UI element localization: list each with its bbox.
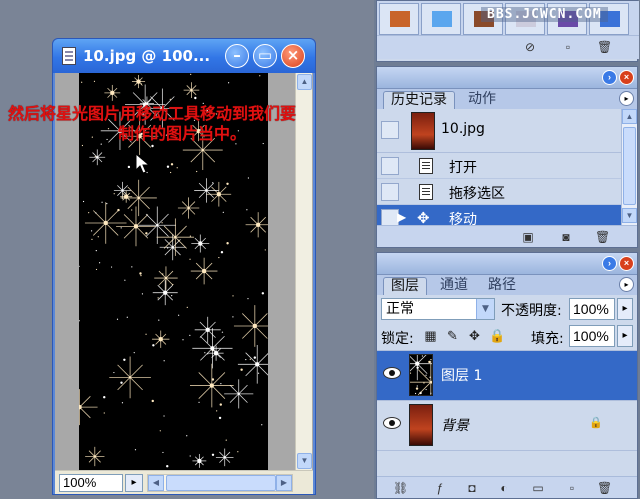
history-step-checkbox[interactable] bbox=[381, 157, 399, 175]
instruction-line-2: 制作的图片当中。 bbox=[118, 124, 247, 143]
lock-position-icon[interactable]: ✥ bbox=[467, 328, 482, 343]
new-layer-icon[interactable]: ▫ bbox=[565, 481, 579, 495]
panel-dock: BBS.JCWCN.COM ⊘ ▫ 🗑 › × 历史记录 动作 ▸ 10.jpg bbox=[374, 0, 640, 499]
panel-minimize-icon[interactable]: › bbox=[602, 256, 617, 271]
clear-style-icon[interactable]: ⊘ bbox=[523, 40, 537, 54]
tab-paths[interactable]: 路径 bbox=[481, 277, 523, 295]
lock-all-icon[interactable]: 🔒 bbox=[489, 328, 505, 343]
layer-thumbnail-image bbox=[400, 347, 452, 404]
panel-close-icon[interactable]: × bbox=[619, 256, 634, 271]
panel-minimize-icon[interactable]: › bbox=[602, 70, 617, 85]
lock-image-brush-icon[interactable]: ✎ bbox=[445, 328, 460, 343]
blend-mode-value: 正常 bbox=[386, 301, 414, 317]
restore-button[interactable]: ▭ bbox=[253, 44, 277, 68]
layer-thumbnail bbox=[400, 347, 452, 404]
mouse-cursor-icon bbox=[135, 153, 151, 174]
layer-row-background[interactable]: 背景 🔒 bbox=[377, 401, 637, 451]
layer-thumbnail bbox=[409, 404, 433, 446]
zoom-field[interactable]: 100% bbox=[59, 474, 123, 492]
layer-style-icon[interactable]: ƒ bbox=[433, 481, 447, 495]
history-panel: › × 历史记录 动作 ▸ 10.jpg 打开 拖移选区 ▶ ✥ 移动 ▲ ▼ … bbox=[376, 66, 638, 248]
layer-mask-icon[interactable]: ◘ bbox=[465, 481, 479, 495]
link-layers-icon[interactable]: ⛓ bbox=[393, 481, 408, 495]
status-menu-icon[interactable]: ▸ bbox=[125, 474, 143, 492]
style-swatches: BBS.JCWCN.COM bbox=[377, 1, 639, 35]
layers-tabs: 图层 通道 路径 ▸ bbox=[377, 275, 637, 295]
scroll-left-arrow-icon[interactable]: ◀ bbox=[148, 475, 164, 491]
document-icon bbox=[62, 47, 76, 65]
panel-close-icon[interactable]: × bbox=[619, 70, 634, 85]
scroll-down-arrow-icon[interactable]: ▼ bbox=[622, 208, 637, 223]
blend-mode-select[interactable]: 正常 ▼ bbox=[381, 298, 495, 320]
new-group-icon[interactable]: ▭ bbox=[531, 481, 545, 495]
layer-name[interactable]: 图层 1 bbox=[441, 365, 482, 385]
scroll-up-arrow-icon[interactable]: ▲ bbox=[622, 109, 637, 124]
close-button[interactable]: × bbox=[281, 44, 305, 68]
layers-panel: › × 图层 通道 路径 ▸ 正常 ▼ 不透明度: 100% ▸ 锁定: ▦ ✎… bbox=[376, 252, 638, 499]
history-step-label: 打开 bbox=[449, 160, 477, 176]
panel-menu-icon[interactable]: ▸ bbox=[619, 277, 634, 292]
instruction-line-1: 然后将星光图片用移动工具移动到我们要 bbox=[8, 104, 297, 123]
delete-state-icon[interactable]: 🗑 bbox=[595, 230, 610, 244]
visibility-eye-icon[interactable] bbox=[383, 367, 401, 379]
instruction-caption: 然后将星光图片用移动工具移动到我们要 制作的图片当中。 bbox=[8, 104, 398, 144]
history-panel-header[interactable]: › × bbox=[377, 67, 637, 89]
fill-slider-arrow-icon[interactable]: ▸ bbox=[617, 325, 633, 347]
minimize-button[interactable]: – bbox=[225, 44, 249, 68]
document-title: 10.jpg @ 100... bbox=[83, 47, 211, 65]
layer-lock-icon: 🔒 bbox=[589, 417, 603, 429]
layer-name[interactable]: 背景 bbox=[441, 415, 469, 435]
history-step[interactable]: 拖移选区 bbox=[377, 179, 637, 205]
delete-layer-icon[interactable]: 🗑 bbox=[597, 481, 612, 495]
new-style-icon[interactable]: ▫ bbox=[561, 40, 575, 54]
visibility-eye-icon[interactable] bbox=[383, 417, 401, 429]
history-state-icon bbox=[419, 184, 433, 200]
history-step-label: 拖移选区 bbox=[449, 186, 505, 202]
layer-controls: 正常 ▼ 不透明度: 100% ▸ 锁定: ▦ ✎ ✥ 🔒 填充: 100% ▸ bbox=[377, 295, 637, 351]
tab-layers[interactable]: 图层 bbox=[383, 277, 427, 295]
opacity-field[interactable]: 100% bbox=[569, 298, 615, 320]
panel-menu-icon[interactable]: ▸ bbox=[619, 91, 634, 106]
history-step-checkbox[interactable] bbox=[381, 183, 399, 201]
document-title-bar[interactable]: 10.jpg @ 100... – ▭ × bbox=[53, 39, 315, 73]
lock-transparent-icon[interactable]: ▦ bbox=[423, 328, 438, 343]
style-swatch[interactable] bbox=[421, 3, 461, 35]
layers-panel-header[interactable]: › × bbox=[377, 253, 637, 275]
tab-actions[interactable]: 动作 bbox=[461, 91, 503, 109]
adjustment-layer-icon[interactable]: ◐ bbox=[497, 481, 511, 495]
snapshot-thumbnail bbox=[411, 112, 435, 150]
new-snapshot-icon[interactable]: ◙ bbox=[559, 230, 573, 244]
fill-field[interactable]: 100% bbox=[569, 325, 615, 347]
style-swatch[interactable] bbox=[379, 3, 419, 35]
history-scroll-thumb[interactable] bbox=[623, 127, 636, 205]
history-step[interactable]: 打开 bbox=[377, 153, 637, 179]
new-document-from-state-icon[interactable]: ▣ bbox=[521, 230, 535, 244]
horizontal-scroll-thumb[interactable] bbox=[166, 475, 276, 491]
fill-label: 填充: bbox=[531, 331, 564, 347]
styles-footer: ⊘ ▫ 🗑 bbox=[377, 35, 639, 59]
history-current-marker-icon: ▶ bbox=[397, 210, 407, 224]
history-snapshot[interactable]: 10.jpg bbox=[377, 109, 637, 153]
history-list: 10.jpg 打开 拖移选区 ▶ ✥ 移动 ▲ ▼ bbox=[377, 109, 637, 231]
styles-panel: BBS.JCWCN.COM ⊘ ▫ 🗑 bbox=[376, 0, 639, 62]
layers-footer: ⛓ ƒ ◘ ◐ ▭ ▫ 🗑 bbox=[377, 476, 637, 498]
scroll-right-arrow-icon[interactable]: ▶ bbox=[276, 475, 292, 491]
opacity-slider-arrow-icon[interactable]: ▸ bbox=[617, 298, 633, 320]
delete-style-icon[interactable]: 🗑 bbox=[597, 40, 612, 54]
document-horizontal-scrollbar[interactable]: ◀ ▶ bbox=[147, 474, 293, 492]
site-watermark: BBS.JCWCN.COM bbox=[481, 7, 608, 22]
history-scrollbar[interactable]: ▲ ▼ bbox=[621, 109, 637, 225]
document-status-bar: 100% ▸ ◀ ▶ bbox=[55, 470, 313, 494]
snapshot-label: 10.jpg bbox=[441, 121, 485, 137]
history-tabs: 历史记录 动作 ▸ bbox=[377, 89, 637, 109]
opacity-label: 不透明度: bbox=[501, 303, 562, 319]
tab-channels[interactable]: 通道 bbox=[433, 277, 475, 295]
history-footer: ▣ ◙ 🗑 bbox=[377, 225, 637, 247]
lock-label: 锁定: bbox=[381, 331, 414, 347]
scroll-down-arrow-icon[interactable]: ▼ bbox=[297, 453, 312, 469]
chevron-down-icon[interactable]: ▼ bbox=[476, 299, 494, 319]
scroll-up-arrow-icon[interactable]: ▲ bbox=[297, 74, 312, 90]
layer-row-layer1[interactable]: 图层 1 bbox=[377, 347, 637, 404]
history-state-icon bbox=[419, 158, 433, 174]
